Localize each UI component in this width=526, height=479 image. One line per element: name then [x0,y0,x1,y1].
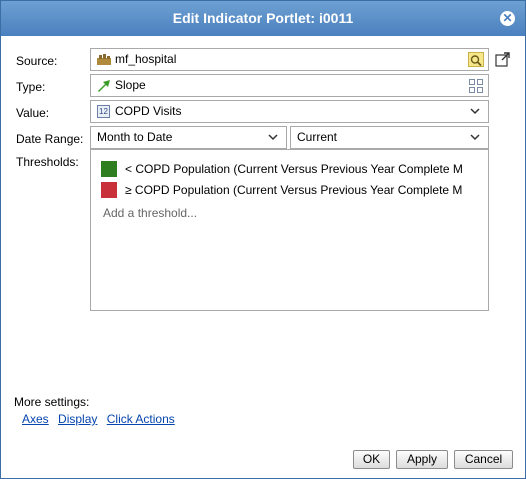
threshold-color-swatch[interactable] [101,161,117,177]
more-settings-links: Axes Display Click Actions [22,412,181,426]
type-value: Slope [115,78,146,92]
axes-link[interactable]: Axes [22,412,49,426]
source-field[interactable]: mf_hospital [90,48,489,71]
type-label: Type: [16,80,46,94]
add-threshold-link[interactable]: Add a threshold... [103,206,197,220]
date-range-period-value: Month to Date [97,130,173,144]
threshold-text: < COPD Population (Current Versus Previo… [125,162,463,176]
cancel-button[interactable]: Cancel [454,450,513,469]
value-value: COPD Visits [115,104,182,118]
threshold-item[interactable]: < COPD Population (Current Versus Previo… [101,160,481,178]
dialog-titlebar[interactable]: Edit Indicator Portlet: i0011 ✕ [1,1,525,36]
source-value: mf_hospital [115,52,177,66]
date-range-comparison-value: Current [297,130,338,144]
value-label: Value: [16,106,50,120]
display-link[interactable]: Display [58,412,97,426]
search-icon[interactable] [468,52,484,67]
database-icon [97,54,111,65]
popout-icon[interactable] [495,51,511,67]
chevron-down-icon [268,134,278,141]
number-icon: 12 [97,105,110,118]
thresholds-list: < COPD Population (Current Versus Previo… [90,149,489,311]
click-actions-link[interactable]: Click Actions [107,412,175,426]
date-range-period-select[interactable]: Month to Date [90,126,287,149]
slope-icon [98,80,110,92]
source-label: Source: [16,54,58,68]
apply-button[interactable]: Apply [396,450,448,469]
edit-indicator-dialog: Edit Indicator Portlet: i0011 ✕ Source: … [0,0,526,479]
ok-button[interactable]: OK [353,450,390,469]
more-settings-label: More settings: [14,395,90,409]
dialog-title: Edit Indicator Portlet: i0011 [172,10,354,26]
grid-icon[interactable] [469,79,483,93]
chevron-down-icon [470,134,480,141]
threshold-color-swatch[interactable] [101,182,117,198]
value-select[interactable]: 12 COPD Visits [90,100,489,123]
threshold-text: ≥ COPD Population (Current Versus Previo… [125,183,463,197]
chevron-down-icon [470,108,480,115]
thresholds-label: Thresholds: [16,155,79,169]
date-range-label: Date Range: [16,132,84,146]
close-icon[interactable]: ✕ [500,11,515,26]
type-field[interactable]: Slope [90,74,489,97]
date-range-comparison-select[interactable]: Current [290,126,489,149]
threshold-item[interactable]: ≥ COPD Population (Current Versus Previo… [101,181,481,199]
